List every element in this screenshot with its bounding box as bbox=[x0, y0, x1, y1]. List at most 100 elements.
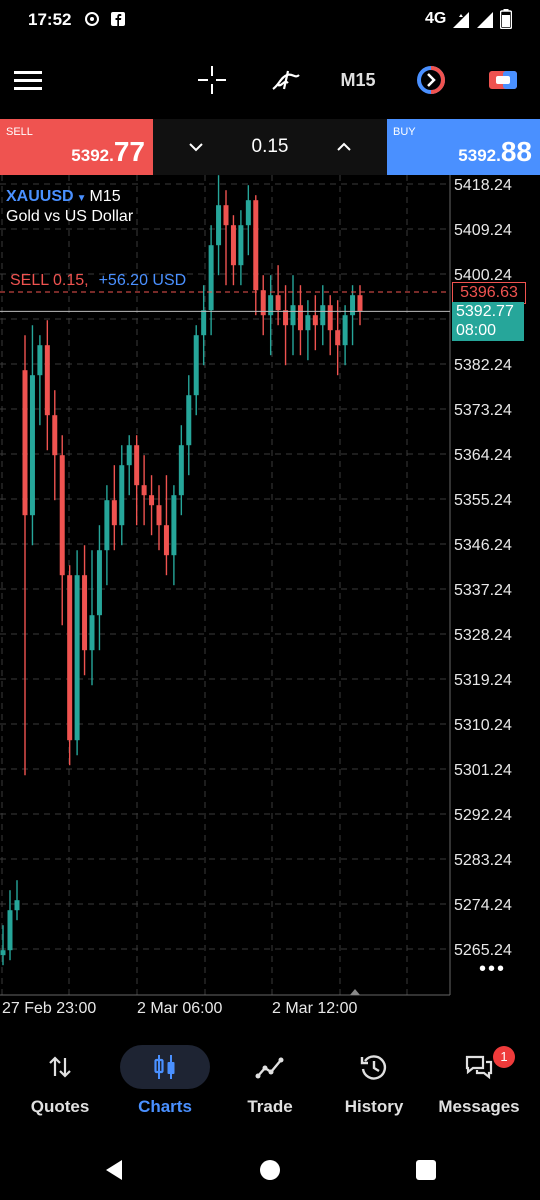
time-axis-label: 2 Mar 12:00 bbox=[272, 1000, 357, 1017]
candle-body bbox=[0, 950, 6, 956]
battery-icon bbox=[500, 9, 512, 29]
candle-body bbox=[74, 575, 80, 741]
recents-icon[interactable] bbox=[414, 1158, 438, 1182]
trade-line-icon bbox=[255, 1057, 284, 1079]
back-icon[interactable] bbox=[102, 1158, 126, 1182]
nav-history[interactable]: History bbox=[322, 1040, 426, 1130]
candle-body bbox=[52, 415, 58, 456]
candle-body bbox=[342, 315, 348, 346]
candle-body bbox=[59, 455, 65, 576]
price-axis-label: 5310.24 bbox=[454, 717, 512, 734]
bid-price-tag: 5392.77 08:00 bbox=[452, 302, 524, 341]
messages-icon bbox=[465, 1055, 493, 1080]
chevron-up-icon bbox=[337, 142, 351, 151]
trade-panel-toggle-button[interactable] bbox=[484, 62, 522, 98]
nav-messages[interactable]: 1 Messages bbox=[426, 1040, 532, 1130]
chart-toolbar: M15 bbox=[0, 50, 540, 110]
candle-body bbox=[89, 615, 95, 651]
candle-body bbox=[350, 295, 356, 316]
more-options-button[interactable]: ••• bbox=[479, 958, 506, 981]
volume-increase-button[interactable] bbox=[304, 119, 384, 175]
nav-trade[interactable]: Trade bbox=[218, 1040, 322, 1130]
candle-body bbox=[119, 465, 125, 526]
price-axis-label: 5328.24 bbox=[454, 627, 512, 644]
one-click-trade-panel: SELL 5392.77 0.15 BUY 5392.88 bbox=[0, 119, 540, 175]
candle-body bbox=[327, 305, 333, 331]
quotes-arrows-icon bbox=[49, 1056, 71, 1078]
sell-button[interactable]: SELL 5392.77 bbox=[0, 119, 153, 175]
status-time: 17:52 bbox=[28, 10, 72, 29]
candle-body bbox=[141, 485, 147, 496]
candles-icon bbox=[154, 1055, 175, 1079]
menu-button[interactable] bbox=[10, 62, 46, 98]
order-profit: +56.20 USD bbox=[98, 272, 187, 289]
time-axis-label: 27 Feb 23:00 bbox=[2, 1000, 96, 1017]
candle-body bbox=[37, 345, 43, 376]
price-axis-label: 5373.24 bbox=[454, 402, 512, 419]
candle-body bbox=[245, 200, 251, 226]
trade-panel-toggle-icon bbox=[489, 71, 517, 89]
status-bar: 17:52 4G bbox=[0, 0, 540, 40]
one-click-trading-icon bbox=[417, 66, 445, 94]
symbol-dropdown-icon[interactable]: ▼ bbox=[77, 193, 87, 204]
candle-body bbox=[29, 375, 35, 516]
nav-history-label: History bbox=[344, 1097, 404, 1116]
indicator-f-icon bbox=[272, 70, 300, 90]
candle-body bbox=[134, 445, 140, 486]
cell-signal-icon bbox=[477, 12, 493, 28]
chevron-down-icon bbox=[189, 143, 203, 152]
timeframe-button[interactable]: M15 bbox=[330, 62, 386, 98]
bid-price: 5392.77 bbox=[456, 303, 514, 320]
facebook-icon bbox=[111, 12, 125, 26]
candle-body bbox=[44, 345, 50, 416]
candle-body bbox=[223, 205, 229, 226]
volume-decrease-button[interactable] bbox=[156, 119, 236, 175]
indicators-button[interactable] bbox=[266, 62, 306, 98]
candle-body bbox=[320, 305, 326, 326]
candle-body bbox=[163, 525, 169, 556]
volume-field[interactable]: 0.15 bbox=[230, 119, 310, 175]
price-axis-label: 5346.24 bbox=[454, 537, 512, 554]
candle-body bbox=[216, 205, 222, 246]
chart-end-marker bbox=[350, 989, 360, 995]
sell-price: 5392.77 bbox=[71, 136, 145, 167]
nav-trade-label: Trade bbox=[247, 1097, 293, 1116]
price-axis-label: 5382.24 bbox=[454, 357, 512, 374]
price-axis-label: 5337.24 bbox=[454, 582, 512, 599]
symbol-timeframe: M15 bbox=[89, 188, 121, 205]
crosshair-button[interactable] bbox=[194, 62, 230, 98]
candle-body bbox=[96, 550, 102, 616]
hamburger-icon bbox=[14, 71, 42, 90]
candle-body bbox=[126, 445, 132, 466]
network-type: 4G bbox=[425, 10, 447, 27]
home-icon[interactable] bbox=[258, 1158, 282, 1182]
candle-body bbox=[67, 575, 73, 741]
order-side: SELL 0.15, bbox=[10, 272, 89, 289]
candle-body bbox=[238, 225, 244, 266]
candle-body bbox=[193, 335, 199, 396]
price-axis-label: 5418.24 bbox=[454, 177, 512, 194]
candle-body bbox=[312, 315, 318, 326]
symbol-name[interactable]: XAUUSD bbox=[6, 188, 74, 205]
order-line-label[interactable]: SELL 0.15, +56.20 USD bbox=[10, 272, 186, 290]
candle-body bbox=[7, 910, 13, 951]
threads-icon bbox=[85, 12, 99, 26]
price-axis-label: 5274.24 bbox=[454, 897, 512, 914]
candle-body bbox=[201, 310, 207, 336]
buy-price: 5392.88 bbox=[458, 136, 532, 167]
nav-charts[interactable]: Charts bbox=[112, 1040, 218, 1130]
buy-button[interactable]: BUY 5392.88 bbox=[387, 119, 540, 175]
candle-body bbox=[14, 900, 20, 911]
crosshair-icon bbox=[198, 66, 226, 94]
candle-body bbox=[156, 505, 162, 526]
candle-body bbox=[335, 330, 341, 346]
history-clock-icon bbox=[360, 1055, 387, 1080]
nav-quotes[interactable]: Quotes bbox=[8, 1040, 112, 1130]
nav-messages-label: Messages bbox=[438, 1097, 520, 1116]
price-axis-label: 5409.24 bbox=[454, 222, 512, 239]
candle-body bbox=[104, 500, 110, 551]
candle-body bbox=[186, 395, 192, 446]
time-axis-label: 2 Mar 06:00 bbox=[137, 1000, 222, 1017]
one-click-trading-button[interactable] bbox=[412, 62, 450, 98]
candle-body bbox=[82, 575, 88, 651]
